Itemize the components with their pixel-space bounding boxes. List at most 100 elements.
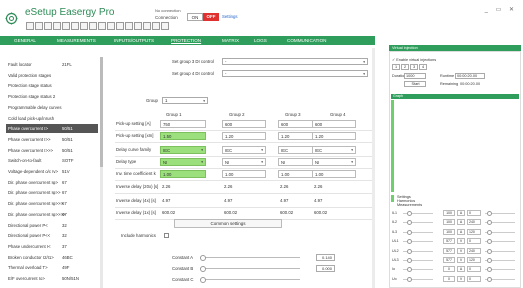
amplitude-input[interactable]: 577 [443, 257, 455, 263]
main-scrollbar[interactable] [372, 48, 375, 288]
setting-input[interactable]: 1.00 [312, 170, 356, 178]
group-select[interactable]: 1 ▾ [162, 97, 208, 104]
injection-tab-3[interactable]: 3 [410, 64, 418, 70]
constant-input[interactable]: 0.140 [316, 254, 335, 261]
angle-input[interactable]: 0 [467, 275, 481, 282]
amplitude-knob[interactable] [407, 211, 412, 216]
setting-input[interactable]: IEC ▾ [312, 146, 356, 154]
common-settings-button[interactable]: Common settings [174, 219, 282, 228]
amplitude-input[interactable]: 0 [443, 266, 455, 273]
list-item[interactable]: Programmable delay curves [6, 103, 98, 112]
angle-knob[interactable] [487, 267, 492, 273]
group-4-di-select[interactable]: - ▾ [222, 70, 368, 77]
settings-link[interactable]: Settings [222, 14, 238, 19]
setting-input[interactable]: NI ▾ [160, 158, 206, 166]
constant-slider[interactable] [200, 254, 300, 261]
slider-knob[interactable] [200, 265, 206, 272]
setting-input[interactable]: 750 [160, 120, 206, 128]
list-item[interactable]: Fault locator 21FL [6, 60, 98, 69]
list-item[interactable]: Phase overcurrent I>> 50/51 [6, 135, 98, 144]
angle-input[interactable]: 120 [467, 257, 481, 263]
undo-icon[interactable] [116, 22, 124, 30]
setting-input[interactable]: NI ▾ [222, 158, 266, 166]
tab-matrix[interactable]: MATRIX [222, 36, 239, 45]
setting-input[interactable]: IEC ▾ [222, 146, 266, 154]
amplitude-input[interactable]: 577 [443, 238, 455, 245]
amplitude-knob[interactable] [407, 229, 412, 235]
amplitude-knob[interactable] [407, 220, 412, 226]
paste-icon[interactable] [107, 22, 115, 30]
angle-input[interactable]: 240 [467, 247, 481, 254]
angle-knob[interactable] [487, 229, 492, 235]
angle-knob[interactable] [487, 220, 492, 226]
list-item[interactable]: Dir. phase overcurrent Iφ>>> 67 [6, 199, 98, 208]
list-item[interactable]: Broken conductor I2/I1> 46BC [6, 253, 98, 262]
delete-icon[interactable] [161, 22, 169, 30]
setting-input[interactable]: NI ▾ [312, 158, 356, 166]
constant-slider[interactable] [200, 276, 300, 283]
send-icon[interactable] [134, 22, 142, 30]
setting-input[interactable]: 1.00 [222, 170, 266, 178]
injection-tab-4[interactable]: 4 [419, 64, 427, 70]
slider-knob[interactable] [200, 254, 206, 261]
list-item[interactable]: Protection stage status 2 [6, 92, 98, 101]
list-item[interactable]: Voltage-dependent o/c Iv> 51V [6, 167, 98, 176]
amplitude-knob[interactable] [407, 267, 412, 273]
setting-input[interactable]: 600 [222, 120, 266, 128]
amplitude-knob[interactable] [407, 248, 412, 254]
runtime-input[interactable]: 00:00:20.00 [455, 73, 485, 79]
tab-general[interactable]: GENERAL [14, 36, 36, 45]
list-scrollbar-thumb[interactable] [100, 57, 103, 167]
duration-input[interactable]: 1000 [404, 73, 426, 79]
compare-icon[interactable] [152, 22, 160, 30]
new-icon[interactable] [26, 22, 34, 30]
enable-injection-checkbox[interactable]: ✓ Enable virtual injections [392, 57, 436, 62]
amplitude-knob[interactable] [407, 239, 412, 245]
list-item[interactable]: Directional power P<< 32 [6, 231, 98, 240]
angle-knob[interactable] [487, 276, 492, 282]
list-item[interactable]: Cold load pick-up/inrush [6, 114, 98, 123]
setting-input[interactable]: 1.20 [222, 132, 266, 140]
read-icon[interactable] [143, 22, 151, 30]
angle-input[interactable]: 0 [467, 238, 481, 245]
save-icon[interactable] [44, 22, 52, 30]
print-icon[interactable] [62, 22, 70, 30]
setting-input[interactable]: IEC ▾ [160, 146, 206, 154]
injection-tab-1[interactable]: 1 [392, 64, 400, 70]
redo-icon[interactable] [125, 22, 133, 30]
angle-knob[interactable] [487, 248, 492, 254]
amplitude-knob[interactable] [407, 276, 412, 282]
tab-communication[interactable]: COMMUNICATION [287, 36, 326, 45]
angle-input[interactable]: 240 [467, 219, 481, 226]
amplitude-input[interactable]: 100 [443, 228, 455, 235]
setting-input[interactable]: 600 [312, 120, 356, 128]
tab-logs[interactable]: LOGS [254, 36, 267, 45]
tab-protection[interactable]: PROTECTION [171, 36, 201, 45]
list-item[interactable]: Switch-on-to-fault SOTF [6, 156, 98, 165]
list-item[interactable]: Thermal overload T> 49F [6, 263, 98, 272]
setting-input[interactable]: 1.00 [160, 170, 206, 178]
group-3-di-select[interactable]: - ▾ [222, 58, 368, 65]
angle-input[interactable]: 0 [467, 210, 481, 216]
copy-icon[interactable] [98, 22, 106, 30]
angle-input[interactable]: 0 [467, 266, 481, 273]
list-item[interactable]: Directional power P< 32 [6, 221, 98, 230]
slider-knob[interactable] [200, 276, 206, 283]
window-controls[interactable]: _ ▭ ✕ [485, 6, 517, 13]
tab-inputs-outputs[interactable]: INPUTS/OUTPUTS [114, 36, 154, 45]
open-icon[interactable] [35, 22, 43, 30]
angle-knob[interactable] [487, 258, 492, 263]
measurements-label[interactable]: Measurements [397, 203, 422, 207]
list-item[interactable]: Phase overcurrent I> 50/51 [6, 124, 98, 134]
include-harmonics-checkbox[interactable] [164, 233, 169, 238]
amplitude-input[interactable]: 0 [443, 275, 455, 282]
unlock-icon[interactable] [80, 22, 88, 30]
list-item[interactable]: Dir. phase overcurrent Iφ>> 67 [6, 188, 98, 197]
connection-off-button[interactable]: OFF [203, 13, 219, 21]
constant-slider[interactable] [200, 265, 300, 272]
list-item[interactable]: Valid protection stages [6, 71, 98, 80]
list-item[interactable]: Dir. phase overcurrent Iφ>>>> 67 [6, 210, 98, 219]
angle-input[interactable]: 120 [467, 228, 481, 235]
list-item[interactable]: Phase overcurrent I>>> 50/51 [6, 146, 98, 155]
constant-input[interactable]: 0.000 [316, 265, 335, 272]
